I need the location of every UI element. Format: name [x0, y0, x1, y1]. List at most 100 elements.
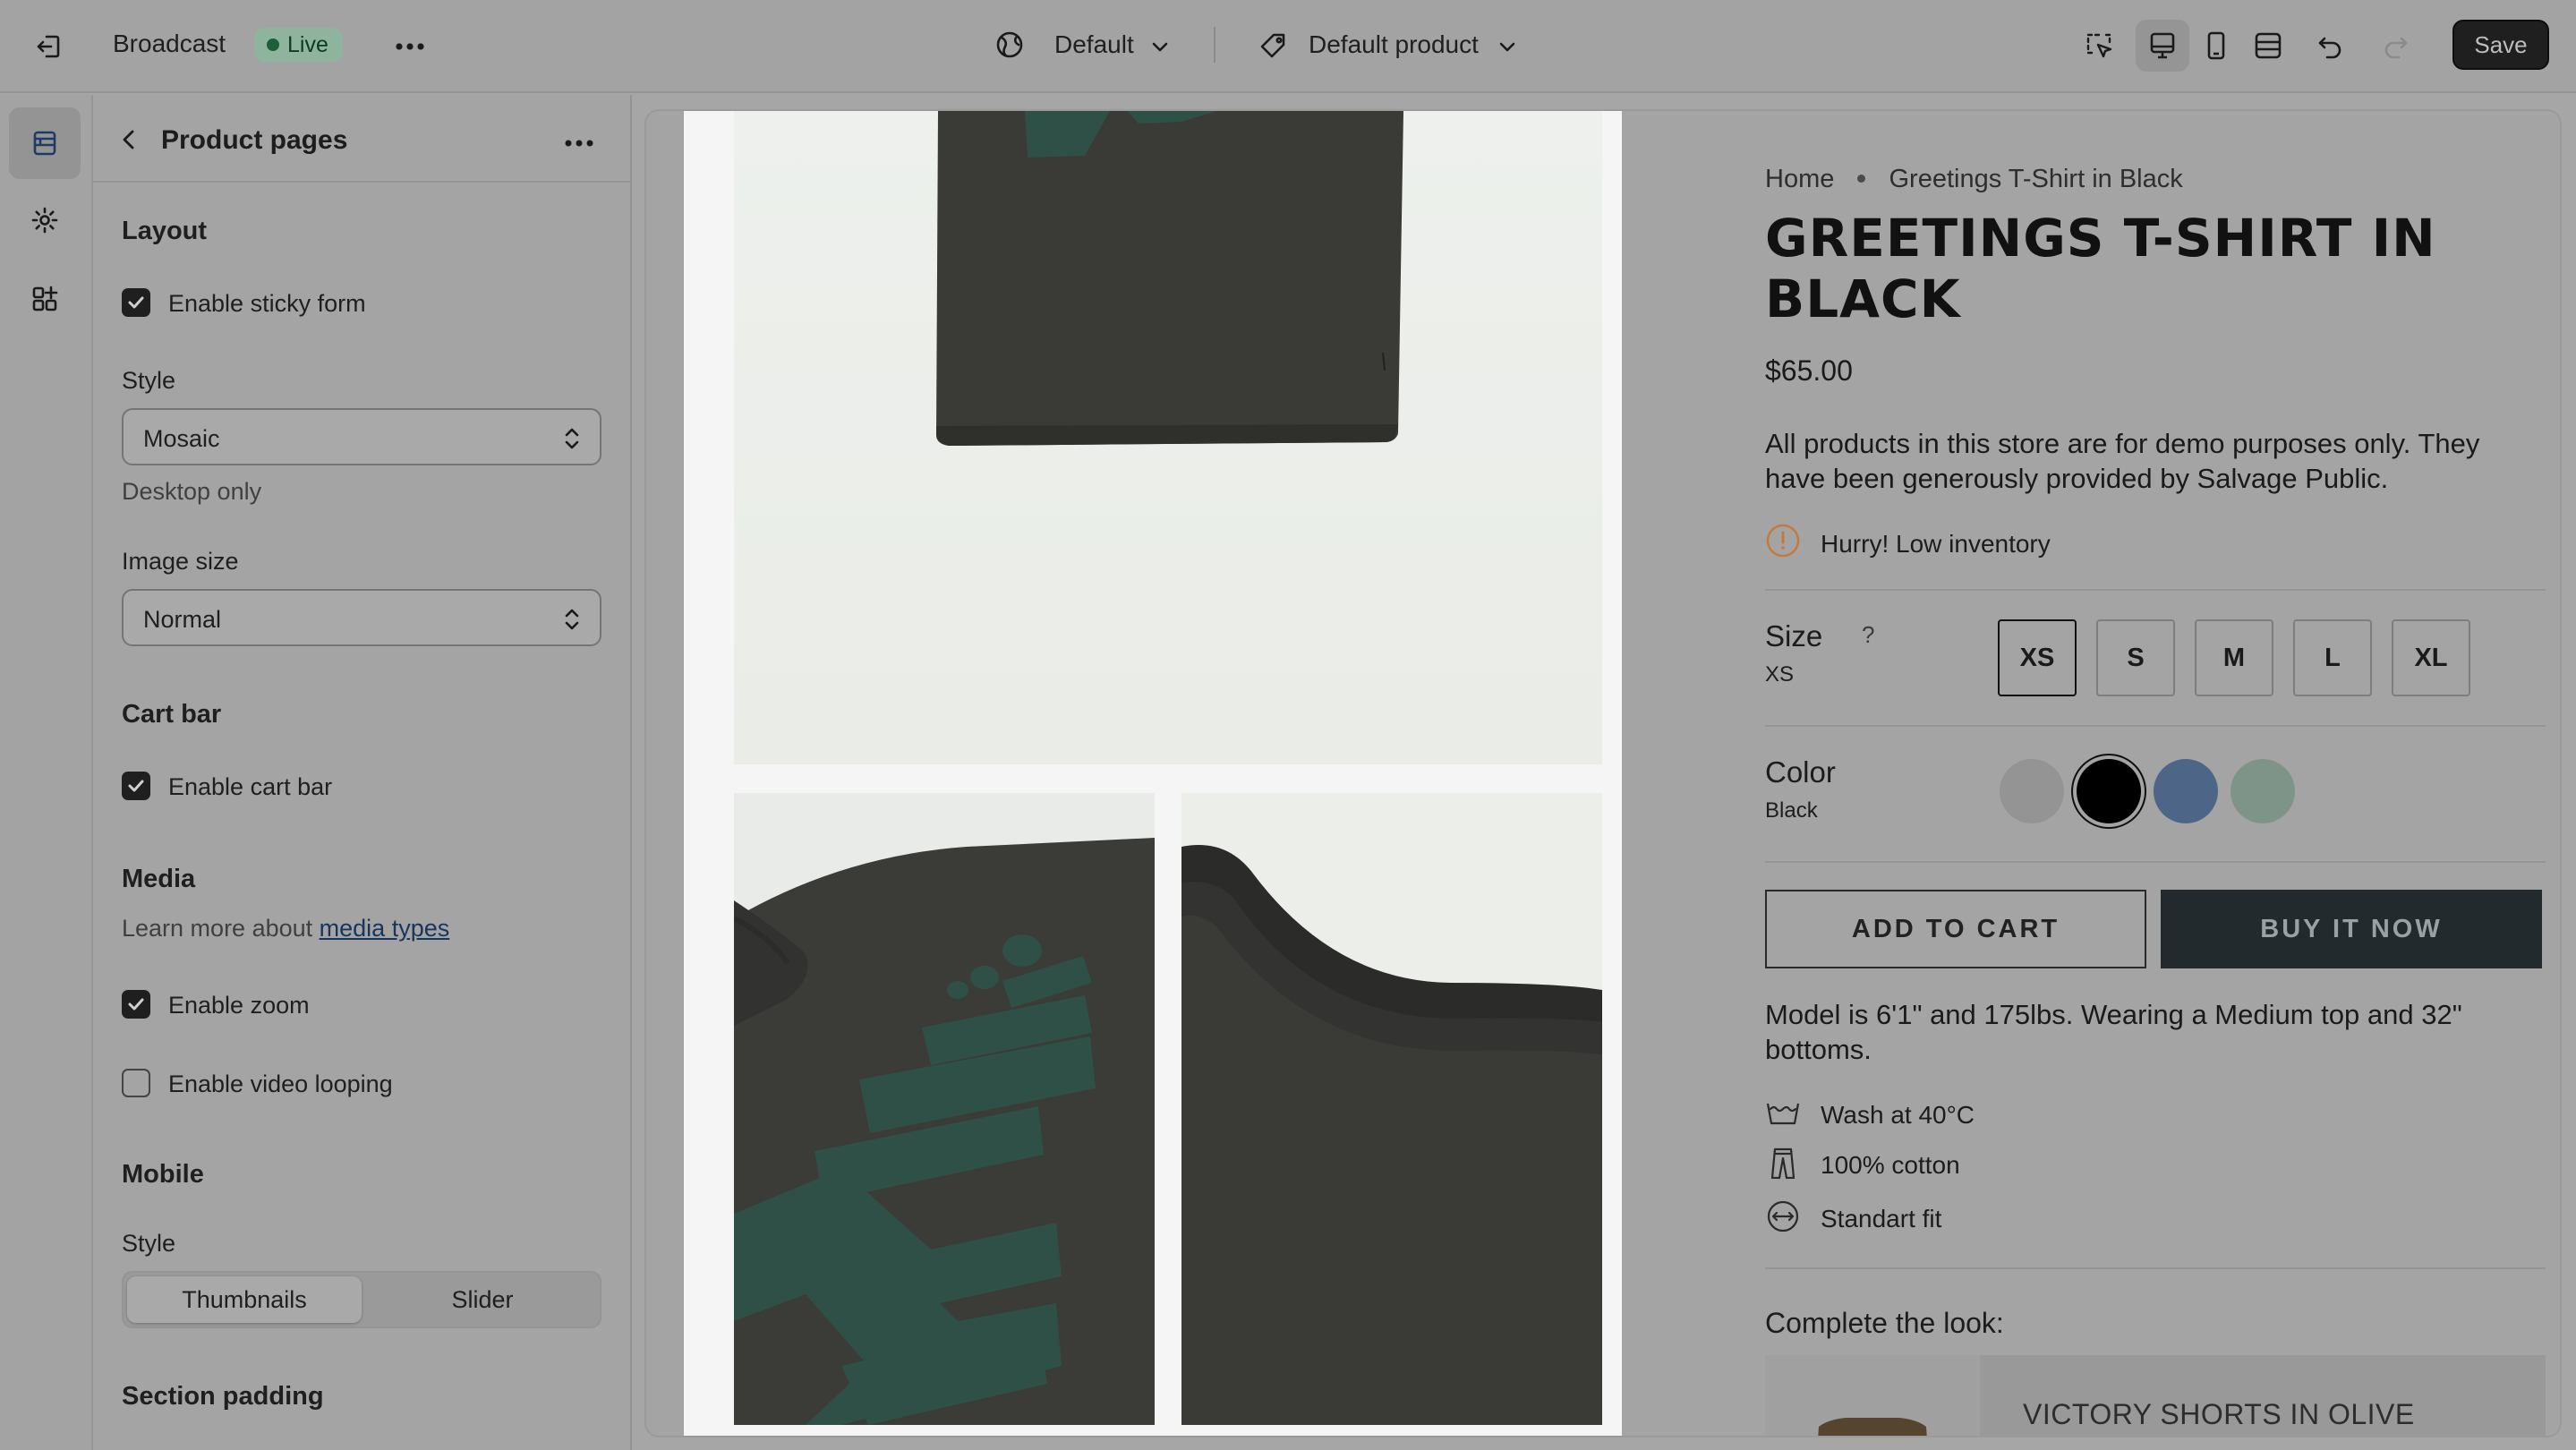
media-types-link[interactable]: media types — [320, 915, 450, 942]
sticky-form-label: Enable sticky form — [168, 290, 366, 317]
pants-icon — [1765, 1147, 1801, 1185]
mobile-style-label: Style — [122, 1230, 176, 1257]
recommended-product-name: VICTORY SHORTS IN OLIVE — [2023, 1398, 2415, 1430]
video-looping-checkbox[interactable] — [122, 1069, 150, 1097]
size-option-s[interactable]: S — [2096, 619, 2175, 696]
breadcrumb-home[interactable]: Home — [1765, 165, 1834, 193]
inspector-select-icon[interactable] — [2078, 25, 2121, 68]
device-toggle-group — [2136, 20, 2297, 72]
divider — [1765, 725, 2546, 727]
size-option-m[interactable]: M — [2195, 619, 2273, 696]
wash-icon — [1765, 1096, 1801, 1135]
inventory-notice: Hurry! Low inventory — [1765, 523, 2051, 565]
top-bar: Broadcast Live Default Default product S… — [0, 0, 2576, 93]
style-label: Style — [122, 367, 176, 394]
recommended-product-card[interactable]: VICTORY SHORTS IN OLIVE — [1765, 1355, 2546, 1436]
toolbar-divider — [1214, 27, 1215, 63]
size-option-xs[interactable]: XS — [1998, 619, 2077, 696]
thumbnails-option[interactable]: Thumbnails — [127, 1276, 362, 1323]
size-label: Size — [1765, 619, 1823, 652]
theme-preview: Home Greetings T-Shirt in Black GREETING… — [646, 111, 2560, 1436]
divider — [1765, 589, 2546, 591]
breadcrumb-current[interactable]: Greetings T-Shirt in Black — [1889, 165, 2182, 193]
theme-select-label: Default — [1054, 30, 1134, 58]
slider-option[interactable]: Slider — [365, 1276, 600, 1323]
feature-text: Standart fit — [1821, 1205, 1942, 1232]
sticky-form-checkbox[interactable] — [122, 288, 150, 317]
product-gallery — [684, 111, 1622, 1436]
more-options-icon[interactable] — [388, 25, 431, 68]
product-image-collar[interactable] — [1181, 793, 1602, 1425]
style-hint: Desktop only — [122, 478, 262, 505]
layout-heading: Layout — [122, 217, 208, 245]
settings-panel: Product pages Layout Enable sticky form … — [93, 95, 632, 1450]
save-button[interactable]: Save — [2452, 20, 2549, 70]
product-title-line: GREETINGS T-SHIRT IN — [1765, 208, 2436, 269]
complete-look-heading: Complete the look: — [1765, 1307, 2004, 1339]
product-title-line: BLACK — [1765, 269, 1961, 329]
model-info-line: Model is 6'1" and 175lbs. Wearing a Medi… — [1765, 999, 2462, 1030]
checkmark-icon — [128, 296, 144, 309]
inventory-text: Hurry! Low inventory — [1821, 529, 2051, 558]
full-width-icon[interactable] — [2252, 30, 2284, 62]
description-line: All products in this store are for demo … — [1765, 428, 2480, 459]
size-option-l[interactable]: L — [2293, 619, 2372, 696]
zoom-checkbox[interactable] — [122, 990, 150, 1019]
product-title: GREETINGS T-SHIRT IN BLACK — [1765, 208, 2436, 329]
product-description: All products in this store are for demo … — [1765, 426, 2479, 496]
select-arrows-icon — [562, 424, 582, 457]
template-select[interactable]: Default product — [1258, 23, 1527, 68]
more-options-icon[interactable] — [564, 136, 594, 152]
product-info: Home Greetings T-Shirt in Black GREETING… — [1622, 111, 2560, 1436]
swatch-sage[interactable] — [2231, 759, 2295, 823]
image-size-select[interactable]: Normal — [122, 589, 601, 646]
swatch-blue[interactable] — [2154, 759, 2218, 823]
status-label: Live — [287, 31, 328, 57]
cart-bar-checkbox[interactable] — [122, 772, 150, 800]
model-info: Model is 6'1" and 175lbs. Wearing a Medi… — [1765, 997, 2462, 1067]
learn-more-text: Learn more about — [122, 915, 313, 942]
product-image-main[interactable] — [734, 111, 1602, 764]
size-help-icon[interactable]: ? — [1862, 621, 1874, 649]
feature-text: Wash at 40°C — [1821, 1101, 1975, 1129]
style-select[interactable]: Mosaic — [122, 408, 601, 465]
product-image-print[interactable] — [734, 793, 1155, 1425]
buy-now-button[interactable]: BUY IT NOW — [2161, 890, 2542, 968]
media-learn-more: Learn more about media types — [122, 915, 449, 942]
live-dot-icon — [267, 38, 279, 51]
video-looping-label: Enable video looping — [168, 1070, 393, 1097]
feature-item: Wash at 40°C — [1765, 1097, 1975, 1133]
settings-gear-icon[interactable] — [9, 184, 81, 256]
undo-icon[interactable] — [2309, 25, 2352, 68]
mobile-icon[interactable] — [2200, 30, 2232, 62]
tag-icon — [1258, 30, 1289, 61]
image-size-select-value: Normal — [143, 606, 222, 633]
desktop-icon[interactable] — [2146, 30, 2179, 62]
feature-item: Standart fit — [1765, 1200, 1942, 1237]
back-arrow-icon[interactable] — [116, 127, 141, 157]
breadcrumb-dot-icon — [1857, 175, 1866, 183]
cart-bar-heading: Cart bar — [122, 700, 222, 729]
add-to-cart-button[interactable]: ADD TO CART — [1765, 890, 2146, 968]
size-selected: XS — [1765, 662, 1795, 687]
exit-icon[interactable] — [27, 25, 70, 68]
globe-icon — [994, 29, 1026, 61]
size-option-xl[interactable]: XL — [2392, 619, 2470, 696]
swatch-grey[interactable] — [2000, 759, 2064, 823]
description-line: have been generously provided by Salvage… — [1765, 463, 2389, 494]
recommended-product-image — [1765, 1355, 1980, 1436]
sections-icon[interactable] — [9, 107, 81, 179]
theme-select[interactable]: Default — [994, 23, 1190, 68]
feature-item: 100% cotton — [1765, 1147, 1960, 1183]
mobile-style-segmented: Thumbnails Slider — [122, 1271, 601, 1328]
product-price: $65.00 — [1765, 354, 1853, 387]
apps-icon[interactable] — [9, 263, 81, 335]
swatch-black[interactable] — [2077, 759, 2141, 823]
cart-bar-label: Enable cart bar — [168, 773, 333, 800]
icon-rail — [0, 95, 93, 1450]
select-arrows-icon — [562, 605, 582, 638]
panel-title: Product pages — [161, 125, 348, 155]
mobile-heading: Mobile — [122, 1160, 204, 1189]
redo-icon — [2374, 25, 2417, 68]
store-name: Broadcast — [113, 30, 226, 57]
